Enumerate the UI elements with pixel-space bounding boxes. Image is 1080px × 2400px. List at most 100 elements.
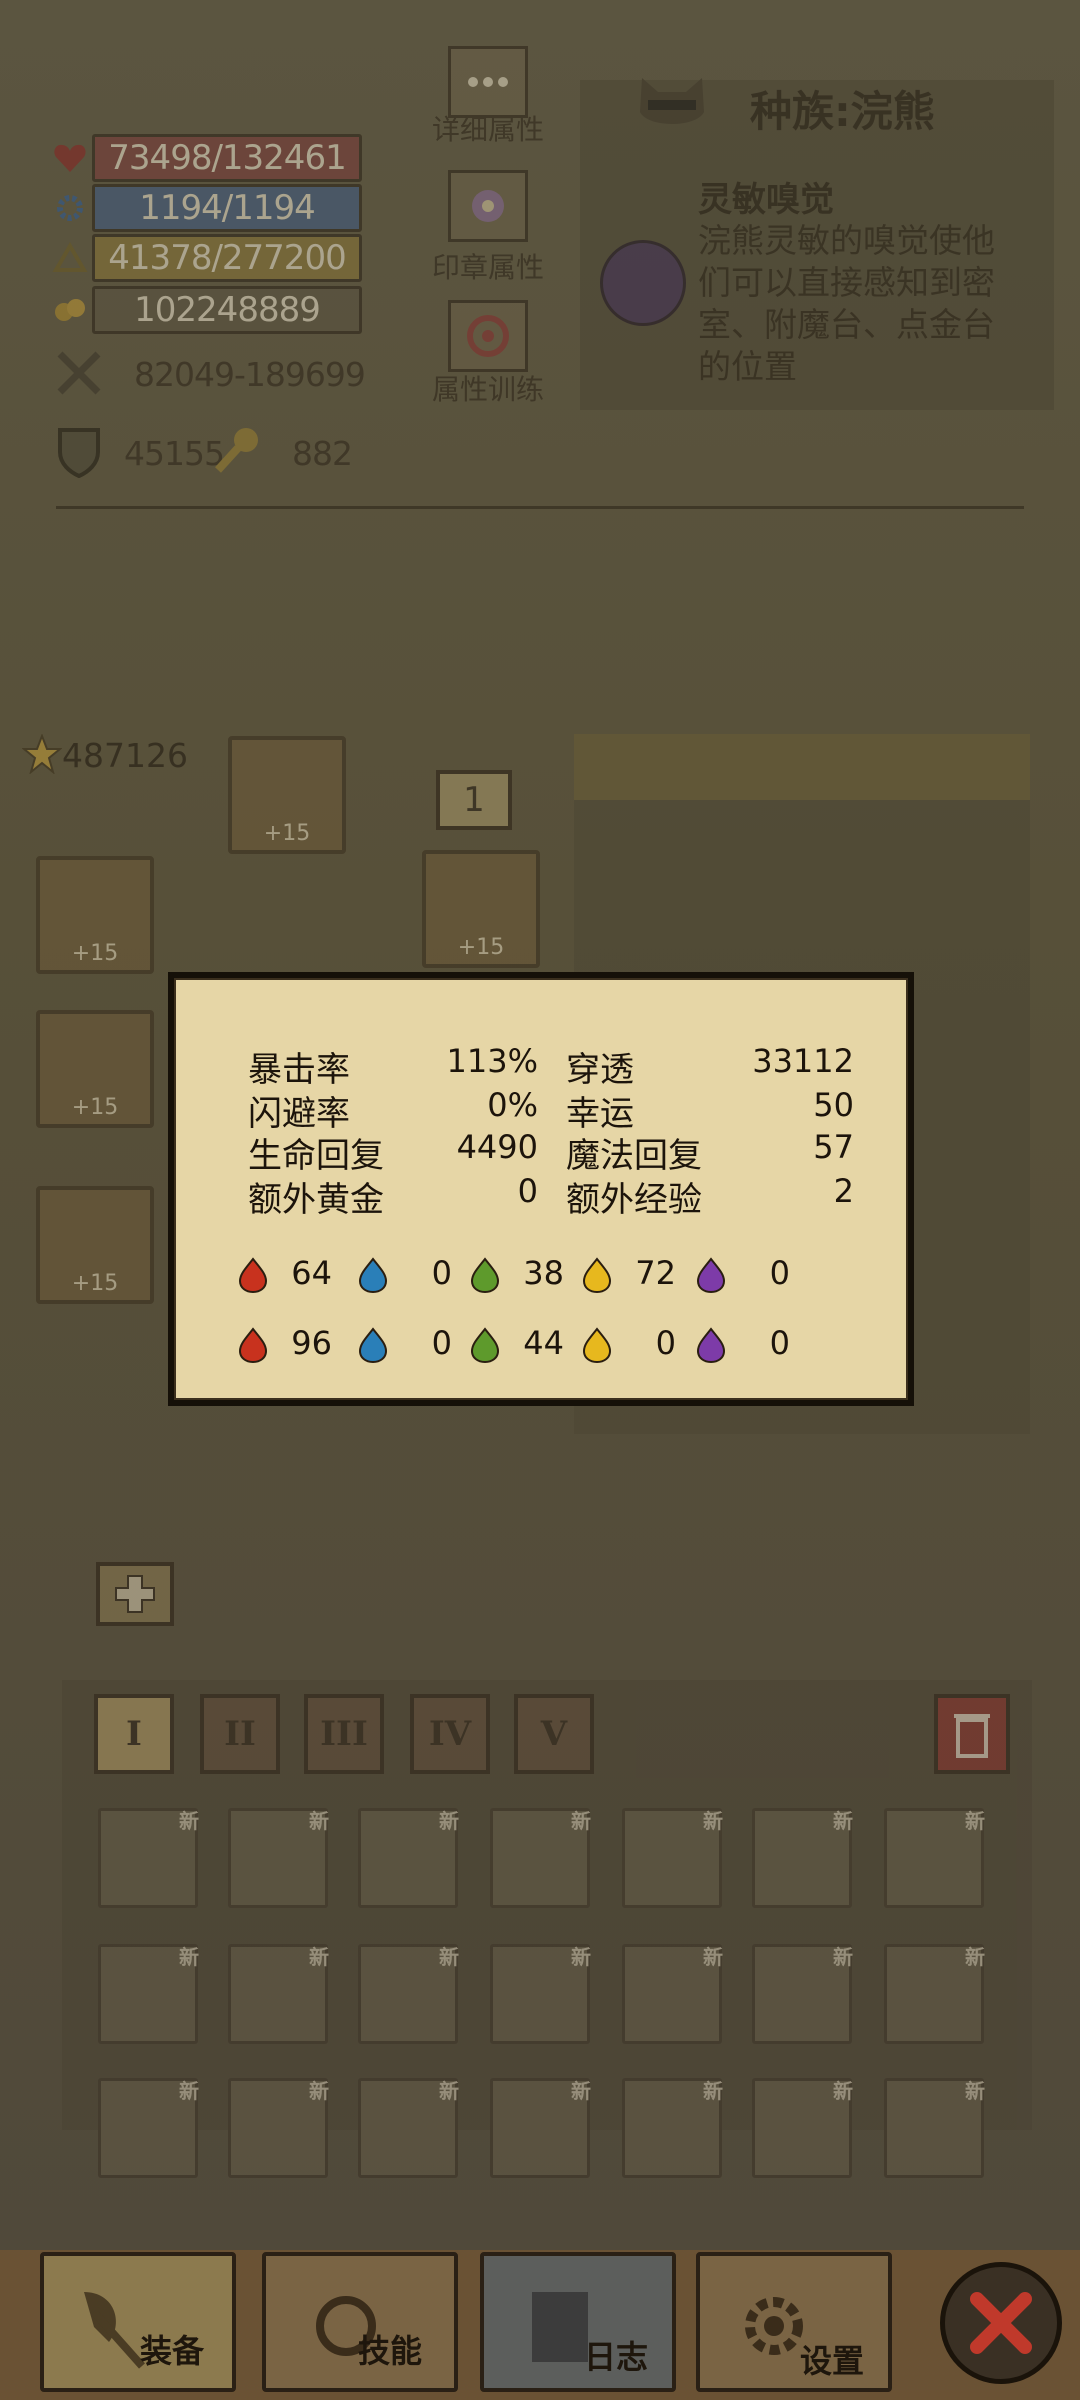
tab-5[interactable]: V [514,1694,594,1774]
stat-value: 4490 [456,1128,538,1166]
inventory-item[interactable]: 新 [752,2078,853,2178]
attribute-training-button[interactable] [448,300,528,372]
attribute-training-label: 属性训练 [431,373,544,406]
inventory-item[interactable]: 新 [622,1808,723,1908]
detailed-attributes-popup: 暴击率 113% 穿透 33112 闪避率 0% 幸运 50 生命回复 4490 魔法回复 57 额外黄… [168,972,914,1406]
stat-label: 额外经验 [566,1180,702,1220]
inventory-item[interactable]: 新 [358,2078,459,2178]
inventory-item[interactable]: 新 [490,2078,591,2178]
stat-label: 额外黄金 [248,1180,384,1220]
new-badge: 新 [703,2079,723,2103]
nav-skills-button[interactable]: 技能 [262,2252,458,2392]
new-badge: 新 [703,1809,723,1833]
tab-4[interactable]: IV [410,1694,490,1774]
nature-resist-icon [466,1326,504,1364]
keys-value: 882 [292,434,353,473]
stat-value: 33112 [752,1042,854,1080]
level-box: 1 [436,770,512,830]
enhance-level: +15 [457,935,505,960]
element-value: 0 [431,1254,452,1292]
close-icon [965,2287,1037,2359]
light-resist-icon [578,1326,616,1364]
inventory-item[interactable]: 新 [358,1944,459,2044]
score-value: 487126 [62,736,188,775]
inventory-item[interactable]: 新 [622,1944,723,2044]
element-value: 0 [431,1324,452,1362]
race-title: 种族:浣熊 [750,87,935,136]
stat-value: 50 [813,1086,854,1124]
new-badge: 新 [571,1945,591,1969]
inventory-item[interactable]: 新 [622,2078,723,2178]
inventory-item[interactable]: 新 [490,1808,591,1908]
race-panel: 种族:浣熊 灵敏嗅觉 浣熊灵敏的嗅觉使他 们可以直接感知到密 室、附魔台、点金台… [580,78,1054,410]
inventory-item[interactable]: 新 [98,2078,199,2178]
ring-slot[interactable]: +15 [36,1186,154,1304]
enhance-level: +15 [263,821,311,846]
stat-value: 0 [517,1172,538,1210]
enhance-level: +15 [71,1095,119,1120]
tab-1[interactable]: I [94,1694,174,1774]
inventory-item[interactable]: 新 [752,1944,853,2044]
nav-settings-label: 设置 [800,2342,865,2380]
new-badge: 新 [179,1945,199,1969]
seal-attributes-label: 印章属性 [431,251,544,284]
dark-resist-icon [692,1326,730,1364]
shield-icon [56,424,102,479]
new-badge: 新 [833,2079,853,2103]
seal-attributes-button[interactable] [448,170,528,242]
weapon-slot[interactable]: +15 [36,1010,154,1128]
amulet-slot[interactable]: +15 [36,856,154,974]
inventory-item[interactable]: 新 [490,1944,591,2044]
helmet-slot[interactable]: +15 [228,736,346,854]
new-badge: 新 [309,2079,329,2103]
defense-value: 45155 [124,434,225,473]
enhance-level: +15 [71,941,119,966]
inventory-item[interactable]: 新 [884,2078,985,2178]
raccoon-icon [632,72,712,138]
skill-desc-line-3: 室、附魔台、点金台 [698,305,995,344]
element-value: 0 [655,1324,676,1362]
detail-attributes-label: 详细属性 [431,113,544,146]
stat-label: 穿透 [566,1050,634,1090]
stat-label: 魔法回复 [566,1136,702,1176]
armor-slot[interactable]: +15 [422,850,540,968]
nav-log-button[interactable]: 日志 [480,2252,676,2392]
new-badge: 新 [965,1809,985,1833]
add-button[interactable] [96,1562,174,1626]
trash-button[interactable] [934,1694,1010,1774]
element-value: 0 [769,1324,790,1362]
stat-value: 2 [833,1172,854,1210]
tab-2[interactable]: II [200,1694,280,1774]
divider [56,506,1024,509]
nav-settings-button[interactable]: 设置 [696,2252,892,2392]
heart-icon [52,140,88,176]
gold-bar: 102248889 [92,286,362,334]
element-value: 96 [291,1324,332,1362]
inventory-item[interactable]: 新 [98,1808,199,1908]
close-button[interactable] [940,2262,1062,2384]
inventory-item[interactable]: 新 [884,1808,985,1908]
inventory-item[interactable]: 新 [884,1944,985,2044]
inventory-item[interactable]: 新 [228,1944,329,2044]
star-icon [21,733,63,775]
crossed-swords-icon [54,348,104,398]
nav-log-label: 日志 [584,2338,649,2376]
key-icon [210,424,262,478]
inventory-item[interactable]: 新 [98,1944,199,2044]
stat-value: 0% [487,1086,538,1124]
new-badge: 新 [965,1945,985,1969]
new-badge: 新 [309,1945,329,1969]
nav-equip-label: 装备 [140,2332,205,2370]
skill-icon [600,240,686,326]
element-value: 72 [635,1254,676,1292]
enhance-level: +15 [71,1271,119,1296]
nav-equip-button[interactable]: 装备 [40,2252,236,2392]
inventory-item[interactable]: 新 [228,2078,329,2178]
inventory-item[interactable]: 新 [358,1808,459,1908]
mp-bar: 1194/1194 [92,184,362,232]
inventory-item[interactable]: 新 [752,1808,853,1908]
new-badge: 新 [965,2079,985,2103]
inventory-item[interactable]: 新 [228,1808,329,1908]
water-attack-icon [354,1256,392,1294]
tab-3[interactable]: III [304,1694,384,1774]
